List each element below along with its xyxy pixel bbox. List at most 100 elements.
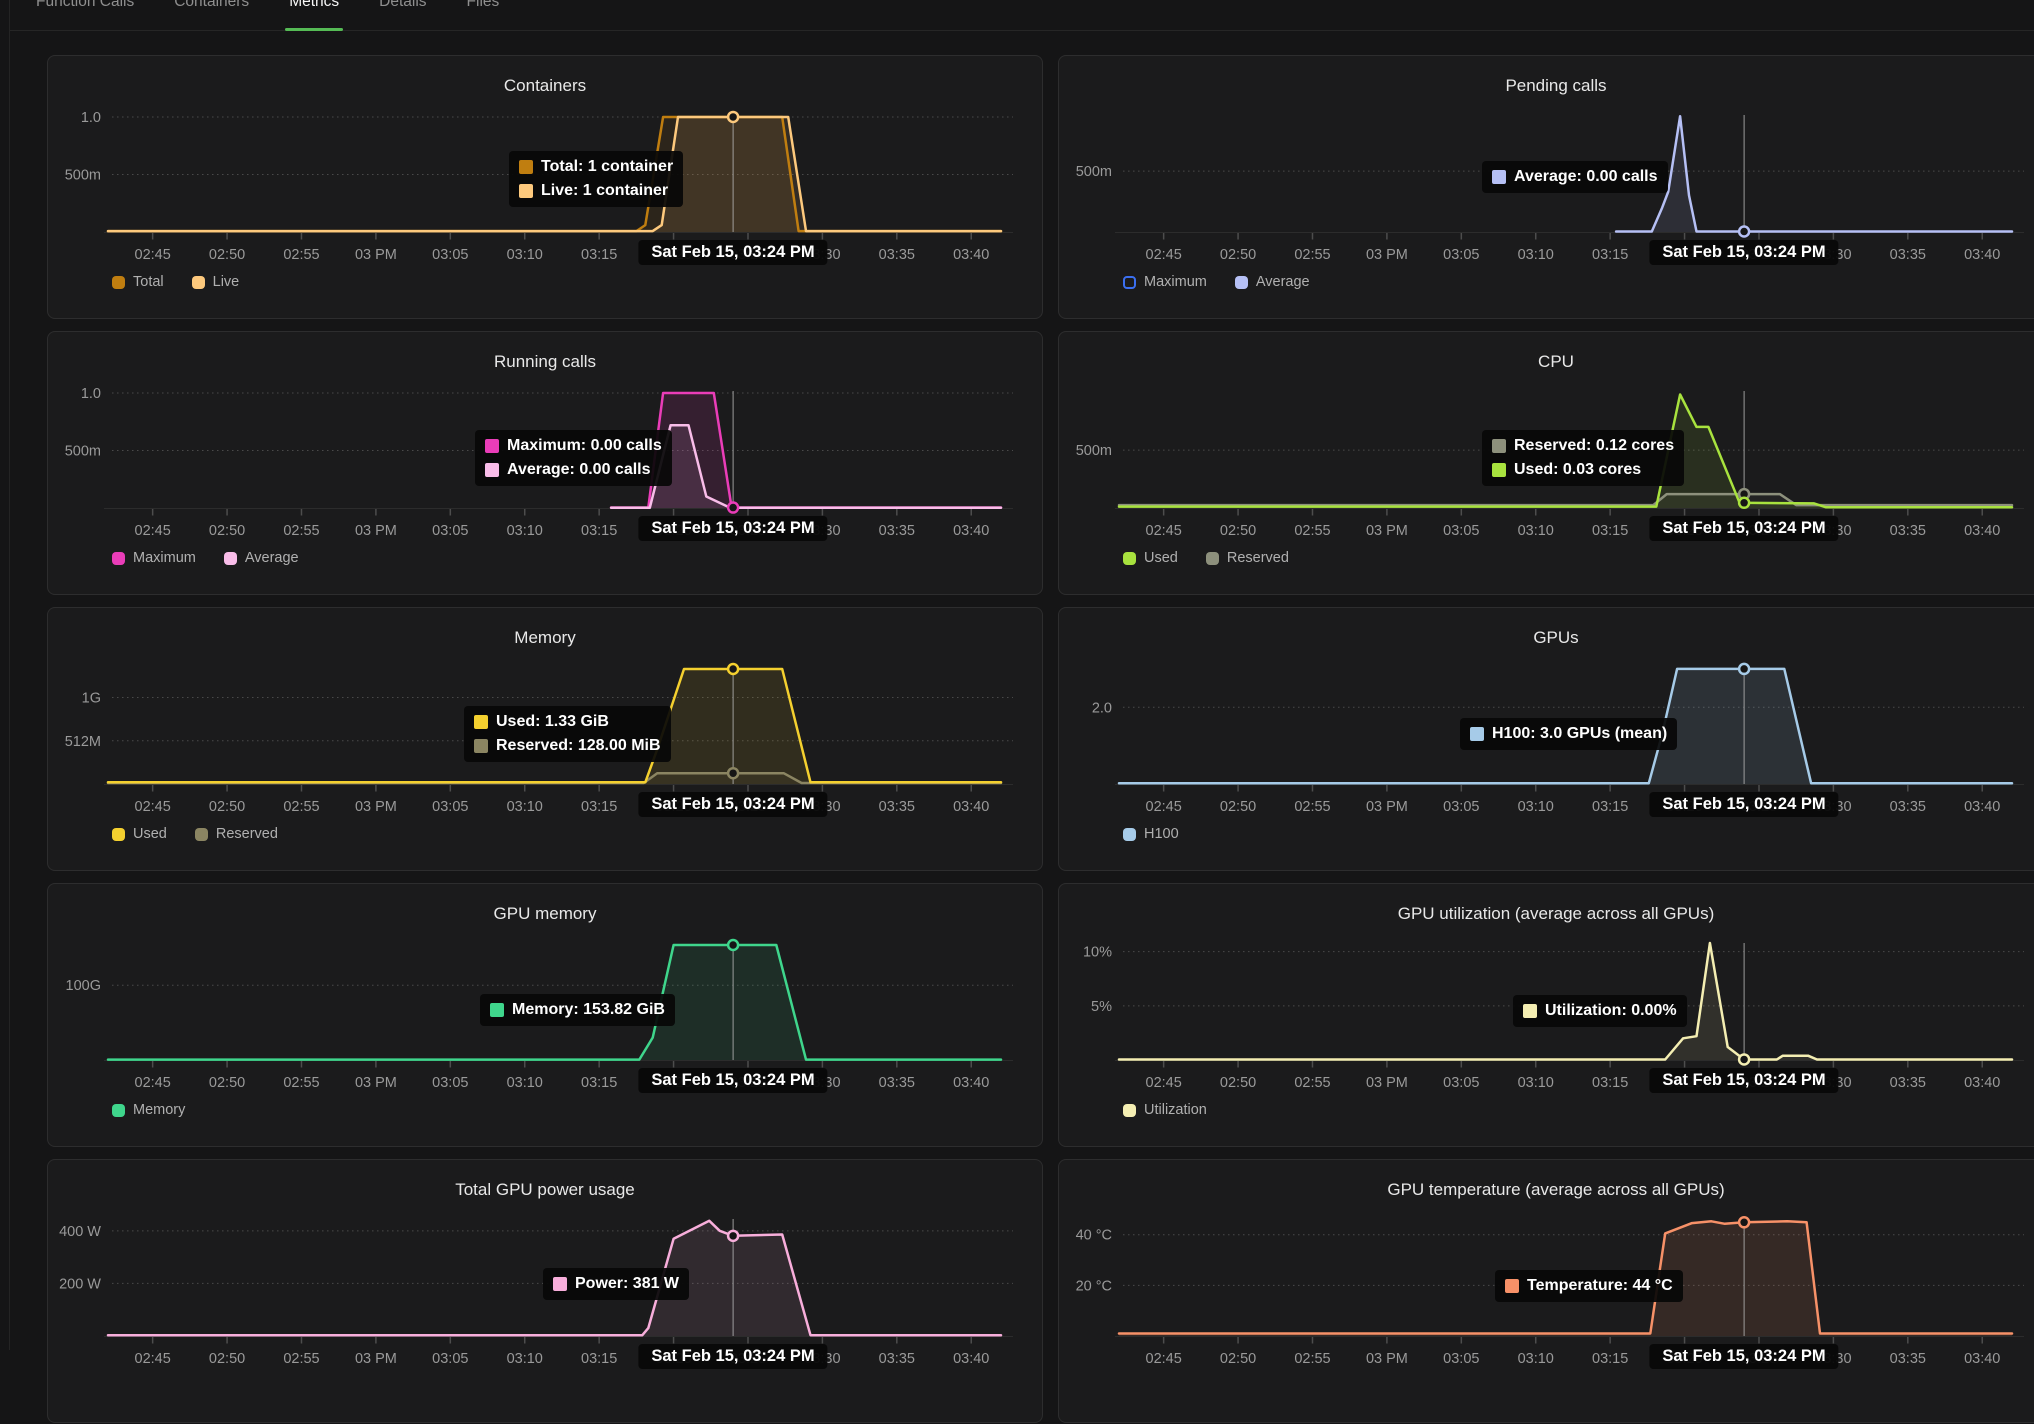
x-axis-label: 02:50 xyxy=(1220,247,1256,263)
hover-point-marker xyxy=(728,940,738,950)
x-axis-label: 03:20 xyxy=(655,523,691,539)
x-axis-label: 03:20 xyxy=(1666,523,1702,539)
y-axis-label: 200 W xyxy=(59,1276,101,1292)
x-axis-label: 03:25 xyxy=(730,1351,766,1367)
tab-label: Function Calls xyxy=(36,0,134,11)
x-axis-label: 03:25 xyxy=(1741,1351,1777,1367)
tab-function-calls[interactable]: Function Calls xyxy=(36,0,134,31)
legend-label: Used xyxy=(1144,550,1178,566)
legend-item-utilization[interactable]: Utilization xyxy=(1123,1102,1207,1118)
series-area-power xyxy=(108,1221,1001,1336)
legend-item-used[interactable]: Used xyxy=(1123,550,1178,566)
x-axis-label: 02:45 xyxy=(1146,1351,1182,1367)
x-axis-label: 03:35 xyxy=(1890,1351,1926,1367)
legend-item-memory[interactable]: Memory xyxy=(112,1102,185,1118)
legend-swatch xyxy=(224,552,237,565)
series-area-used xyxy=(1119,395,2012,509)
x-axis-label: 03:40 xyxy=(1964,247,2000,263)
x-axis-label: 03:15 xyxy=(1592,1075,1628,1091)
legend-item-used[interactable]: Used xyxy=(112,826,167,842)
legend-item-average[interactable]: Average xyxy=(224,550,299,566)
legend-item-maximum[interactable]: Maximum xyxy=(1123,274,1207,290)
x-axis-label: 02:45 xyxy=(1146,799,1182,815)
y-axis-label: 2.0 xyxy=(1092,700,1112,716)
x-axis-label: 03:40 xyxy=(953,247,989,263)
series-line-utilization xyxy=(1119,943,2012,1060)
x-axis-label: 02:55 xyxy=(1294,1075,1330,1091)
series-area-temperature xyxy=(1119,1221,2012,1336)
x-axis-label: 03:35 xyxy=(1890,523,1926,539)
x-axis-label: 03:20 xyxy=(655,247,691,263)
x-axis-label: 03:10 xyxy=(507,1075,543,1091)
x-axis-label: 03:40 xyxy=(953,523,989,539)
x-axis-label: 03:25 xyxy=(1741,247,1777,263)
y-axis-label: 500m xyxy=(1076,164,1112,180)
x-axis-label: 03:10 xyxy=(507,1351,543,1367)
x-axis-label: 03:15 xyxy=(581,1075,617,1091)
chart-plot-area[interactable]: 2.002:4502:5002:5503 PM03:0503:1003:1503… xyxy=(1059,608,2034,872)
series-area-h100 xyxy=(1119,669,2012,784)
x-axis-label: 02:55 xyxy=(1294,247,1330,263)
content-left-border xyxy=(9,0,10,1350)
x-axis-label: 02:55 xyxy=(283,1351,319,1367)
legend-item-live[interactable]: Live xyxy=(192,274,240,290)
legend-item-reserved[interactable]: Reserved xyxy=(195,826,278,842)
x-axis-label: 03:25 xyxy=(730,523,766,539)
x-axis-label: 03:40 xyxy=(953,1075,989,1091)
x-axis-label: 03:15 xyxy=(1592,247,1628,263)
x-axis-label: 03:15 xyxy=(581,799,617,815)
x-axis-label: 03:10 xyxy=(507,247,543,263)
legend-item-h100[interactable]: H100 xyxy=(1123,826,1179,842)
x-axis-label: 03:05 xyxy=(1443,799,1479,815)
x-axis-label: 03:25 xyxy=(1741,799,1777,815)
tab-metrics[interactable]: Metrics xyxy=(289,0,339,31)
x-axis-label: 03:15 xyxy=(1592,523,1628,539)
x-axis-label: 02:45 xyxy=(1146,523,1182,539)
tab-files[interactable]: Files xyxy=(467,0,500,31)
x-axis-label: 03:25 xyxy=(1741,523,1777,539)
legend-item-reserved[interactable]: Reserved xyxy=(1206,550,1289,566)
x-axis-label: 03:40 xyxy=(953,1351,989,1367)
legend-item-average[interactable]: Average xyxy=(1235,274,1310,290)
x-axis-label: 03:35 xyxy=(879,247,915,263)
legend-swatch xyxy=(1123,1104,1136,1117)
chart-plot-area[interactable]: 400 W200 W02:4502:5002:5503 PM03:0503:10… xyxy=(48,1160,1044,1424)
tab-label: Metrics xyxy=(289,0,339,11)
tab-details[interactable]: Details xyxy=(379,0,426,31)
x-axis-label: 03:40 xyxy=(1964,799,2000,815)
x-axis-label: 03:25 xyxy=(730,1075,766,1091)
x-axis-label: 02:45 xyxy=(1146,1075,1182,1091)
x-axis-label: 03 PM xyxy=(1366,523,1408,539)
x-axis-label: 02:50 xyxy=(209,523,245,539)
x-axis-label: 03:30 xyxy=(1815,799,1851,815)
tab-bar: Function Calls Containers Metrics Details Fi… xyxy=(10,0,2034,31)
y-axis-label: 512M xyxy=(65,734,101,750)
tab-label: Details xyxy=(379,0,426,11)
legend-item-maximum[interactable]: Maximum xyxy=(112,550,196,566)
hover-point-marker xyxy=(728,503,738,513)
legend-label: Utilization xyxy=(1144,1102,1207,1118)
chart-plot-area[interactable]: 100G02:4502:5002:5503 PM03:0503:1003:150… xyxy=(48,884,1044,1148)
x-axis-label: 02:55 xyxy=(283,247,319,263)
series-line-used xyxy=(1119,395,2012,508)
legend-item-total[interactable]: Total xyxy=(112,274,164,290)
series-area-average xyxy=(1616,116,2012,232)
x-axis-label: 03:10 xyxy=(507,523,543,539)
tab-containers[interactable]: Containers xyxy=(174,0,249,31)
x-axis-label: 03 PM xyxy=(1366,799,1408,815)
y-axis-label: 10% xyxy=(1083,945,1112,961)
hover-point-marker xyxy=(1739,1217,1749,1227)
series-area-used xyxy=(108,669,1001,784)
x-axis-label: 03:20 xyxy=(1666,799,1702,815)
chart-card-gpu-memory: GPU memory100G02:4502:5002:5503 PM03:050… xyxy=(47,883,1043,1147)
x-axis-label: 03:20 xyxy=(655,1075,691,1091)
x-axis-label: 03:20 xyxy=(1666,247,1702,263)
x-axis-label: 02:50 xyxy=(1220,1075,1256,1091)
legend-swatch xyxy=(1235,276,1248,289)
x-axis-label: 03:30 xyxy=(804,1351,840,1367)
x-axis-label: 03:10 xyxy=(1518,523,1554,539)
series-line-memory xyxy=(108,945,1001,1060)
series-line-temperature xyxy=(1119,1221,2012,1333)
chart-plot-area[interactable]: 40 °C20 °C02:4502:5002:5503 PM03:0503:10… xyxy=(1059,1160,2034,1424)
chart-legend: H100 xyxy=(1123,826,1179,842)
